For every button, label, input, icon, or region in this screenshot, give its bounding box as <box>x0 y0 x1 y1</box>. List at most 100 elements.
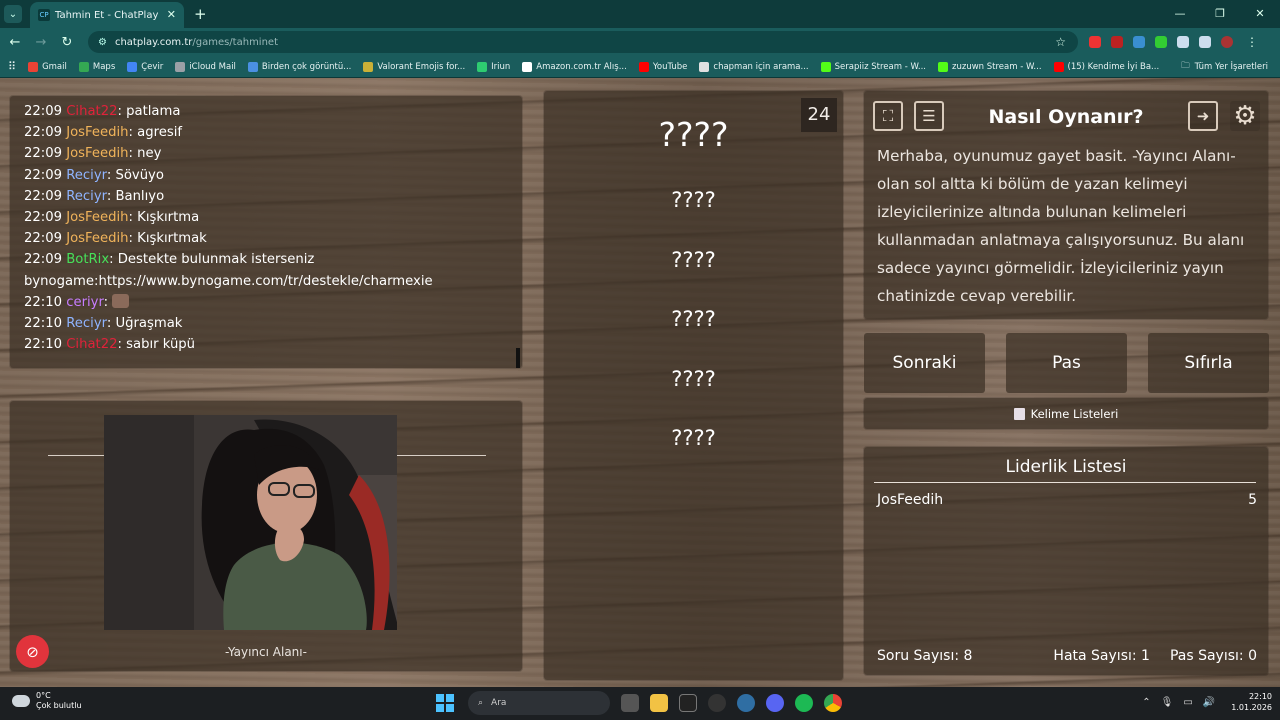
bookmark-item[interactable]: Birden çok görüntü... <box>247 61 352 72</box>
youtube-icon <box>1053 61 1064 72</box>
volume-icon[interactable]: 🔊 <box>1203 697 1215 708</box>
bookmark-item[interactable]: Iriun <box>477 61 510 72</box>
bookmark-label: Valorant Emojis for... <box>377 61 466 72</box>
forbidden-word: ???? <box>671 426 716 450</box>
chat-text: : Uğraşmak <box>106 316 183 332</box>
media-icon[interactable] <box>1199 36 1211 48</box>
chat-message: 22:09 JosFeedih: Kışkırtmak <box>24 228 508 249</box>
extension-icon[interactable] <box>1133 36 1145 48</box>
chat-username[interactable]: Reciyr <box>66 316 107 331</box>
weather-widget[interactable]: 0°C Çok bulutlu <box>12 691 82 711</box>
bookmark-item[interactable]: (15) Kendime İyi Ba... <box>1053 61 1159 72</box>
chat-username[interactable]: JosFeedih <box>66 210 128 225</box>
game-stats: Soru Sayısı: 8 Hata Sayısı: 1 Pas Sayısı… <box>877 648 1257 664</box>
chat-username[interactable]: Cihat22 <box>66 337 117 352</box>
chat-text: : sabır küpü <box>117 337 196 353</box>
chat-username[interactable]: Reciyr <box>66 189 107 204</box>
chat-text: : Sövüyo <box>106 167 164 183</box>
clock-time: 22:10 <box>1248 692 1272 701</box>
chat-username[interactable]: JosFeedih <box>66 146 128 161</box>
bookmark-label: Birden çok görüntü... <box>261 61 352 72</box>
bookmark-label: Maps <box>92 61 116 72</box>
bookmark-item[interactable]: Çevir <box>127 61 164 72</box>
extension-icon[interactable] <box>1155 36 1167 48</box>
profile-avatar-icon[interactable] <box>1221 36 1233 48</box>
chat-text: : Kışkırtma <box>128 210 200 226</box>
reset-button[interactable]: Sıfırla <box>1148 333 1269 393</box>
chat-message: 22:09 Cihat22: patlama <box>24 101 508 122</box>
extension-icon[interactable] <box>1089 36 1101 48</box>
chat-username[interactable]: BotRix <box>66 252 109 267</box>
discord-icon[interactable] <box>766 694 784 712</box>
chat-time: 22:09 <box>24 167 63 183</box>
minimize-button[interactable]: — <box>1160 0 1200 28</box>
leaderboard-title: Liderlik Listesi <box>1005 457 1127 477</box>
game-page: 22:09 Cihat22: patlama 22:09 JosFeedih: a… <box>0 78 1280 687</box>
forward-button[interactable]: → <box>30 35 52 50</box>
close-window-button[interactable]: ✕ <box>1240 0 1280 28</box>
back-button[interactable]: ← <box>4 35 26 50</box>
tab-search-button[interactable]: ⌄ <box>4 5 22 23</box>
bookmark-item[interactable]: Maps <box>78 61 116 72</box>
restore-button[interactable]: ❐ <box>1200 0 1240 28</box>
chrome-icon[interactable] <box>824 694 842 712</box>
chat-username[interactable]: JosFeedih <box>66 231 128 246</box>
reload-button[interactable]: ↻ <box>56 35 78 50</box>
network-icon[interactable]: ▭ <box>1183 697 1192 708</box>
cloud-icon <box>12 695 30 707</box>
bookmark-item[interactable]: YouTube <box>638 61 687 72</box>
url-bar[interactable]: ⚙ chatplay.com.tr/games/tahminet ☆ <box>88 31 1078 53</box>
system-tray: ⌃ 🎙 ▭ 🔊 22:10 1.01.2026 <box>1142 691 1272 713</box>
browser-tab[interactable]: CP Tahmin Et - ChatPlay ✕ <box>30 2 184 28</box>
task-view-icon[interactable] <box>621 694 639 712</box>
pass-button[interactable]: Pas <box>1006 333 1127 393</box>
file-explorer-icon[interactable] <box>650 694 668 712</box>
chat-time: 22:09 <box>24 210 63 226</box>
leaderboard-name: JosFeedih <box>877 492 944 508</box>
chat-text: : patlama <box>117 104 181 119</box>
bookmark-item[interactable]: Amazon.com.tr Alış... <box>522 61 627 72</box>
spotify-icon[interactable] <box>795 694 813 712</box>
chat-username[interactable]: Cihat22 <box>66 104 117 119</box>
bookmark-item[interactable]: Serapiiz Stream - W... <box>820 61 926 72</box>
folder-icon: 🗀 <box>1181 60 1190 71</box>
extension-icon[interactable] <box>1111 36 1123 48</box>
audio-app-icon[interactable] <box>679 694 697 712</box>
bookmark-item[interactable]: zuzuwn Stream - W... <box>938 61 1042 72</box>
record-toggle-button[interactable]: ⊘ <box>16 635 49 668</box>
taskbar-search[interactable]: ⌕ Ara <box>468 691 610 715</box>
puzzle-icon[interactable] <box>1177 36 1189 48</box>
chevron-up-icon[interactable]: ⌃ <box>1142 697 1150 708</box>
close-tab-icon[interactable]: ✕ <box>167 8 176 21</box>
apps-grid-icon[interactable]: ⠿ <box>8 60 16 73</box>
bookmark-item[interactable]: chapman için arama... <box>699 61 809 72</box>
microphone-icon[interactable]: 🎙 <box>1161 697 1174 708</box>
chat-username[interactable]: Reciyr <box>66 168 107 183</box>
new-tab-button[interactable]: + <box>194 5 207 23</box>
bookmark-star-icon[interactable]: ☆ <box>1055 35 1066 49</box>
bookmark-item[interactable]: Gmail <box>28 61 67 72</box>
bookmark-item[interactable]: Valorant Emojis for... <box>363 61 466 72</box>
chat-username[interactable]: JosFeedih <box>66 125 128 140</box>
next-button[interactable]: Sonraki <box>864 333 985 393</box>
github-icon[interactable] <box>708 694 726 712</box>
leaderboard-row: JosFeedih 5 <box>877 492 1257 508</box>
kick-icon <box>820 61 831 72</box>
chat-scrollbar[interactable] <box>516 348 520 368</box>
webcam-video <box>104 415 397 630</box>
word-lists-button[interactable]: Kelime Listeleri <box>864 398 1268 429</box>
bookmark-label: Çevir <box>141 61 164 72</box>
extensions-area: ⋮ <box>1084 35 1258 49</box>
all-bookmarks[interactable]: 🗀 Tüm Yer İşaretleri <box>1181 60 1268 74</box>
chatplay-favicon-icon: CP <box>38 9 50 21</box>
chat-username[interactable]: ceriyr <box>66 295 103 310</box>
windows-start-icon[interactable] <box>436 694 454 712</box>
bookmarks-bar: ⠿ Gmail Maps Çevir iCloud Mail Birden çok gö… <box>0 56 1280 78</box>
clock[interactable]: 22:10 1.01.2026 <box>1231 691 1272 713</box>
menu-dots-icon[interactable]: ⋮ <box>1246 35 1258 49</box>
browser-tab-bar: ⌄ CP Tahmin Et - ChatPlay ✕ + — ❐ ✕ <box>0 0 1280 28</box>
amazon-icon <box>522 61 533 72</box>
site-info-icon[interactable]: ⚙ <box>98 37 107 48</box>
bookmark-item[interactable]: iCloud Mail <box>175 61 236 72</box>
steam-icon[interactable] <box>737 694 755 712</box>
